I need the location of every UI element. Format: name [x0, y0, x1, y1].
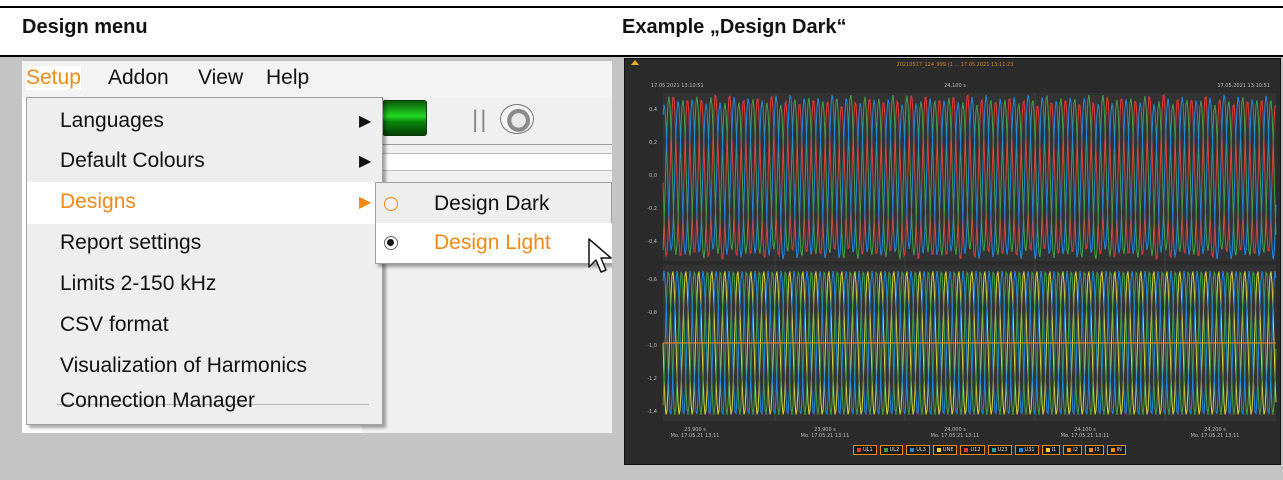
- submenu-item-design-light[interactable]: Design Light: [376, 223, 612, 263]
- legend-swatch: [964, 448, 969, 452]
- left-heading: Design menu: [22, 16, 148, 38]
- menu-item-limits[interactable]: Limits 2-150 kHz: [27, 264, 382, 306]
- y-tick-label: -0,4: [647, 239, 657, 245]
- x-tick-date: Mo. 17.05.21 13:11: [801, 433, 850, 439]
- x-tick-date: Mo. 17.05.21 13:11: [931, 433, 980, 439]
- legend-item[interactable]: U12: [960, 445, 985, 455]
- legend-item[interactable]: I3: [1084, 445, 1104, 455]
- submenu-arrow-icon: ▶: [359, 153, 372, 170]
- y-tick-label: 0,0: [649, 173, 657, 179]
- setup-dropdown-menu: Languages ▶ Default Colours ▶ Designs ▶ …: [26, 97, 383, 425]
- mouse-cursor-icon: [588, 238, 612, 273]
- menu-item-label: Limits 2-150 kHz: [60, 272, 217, 295]
- radio-unselected-icon[interactable]: [384, 197, 398, 211]
- menu-item-report-settings[interactable]: Report settings: [27, 223, 382, 265]
- legend-label: UNE: [942, 447, 954, 453]
- y-tick-label: -1,4: [647, 409, 657, 415]
- radio-selected-icon[interactable]: [384, 236, 398, 250]
- menu-item-label: Visualization of Harmonics: [60, 354, 308, 377]
- legend-label: IN: [1116, 447, 1122, 453]
- legend-item[interactable]: UL3: [906, 445, 930, 455]
- legend-label: UL1: [863, 447, 873, 453]
- legend-label: I2: [1073, 447, 1078, 453]
- right-heading: Example „Design Dark“: [622, 16, 847, 38]
- menu-item-languages[interactable]: Languages ▶: [27, 101, 382, 143]
- legend-item[interactable]: UL2: [879, 445, 904, 455]
- x-tick-date: Mo. 17.05.21 13:11: [1061, 433, 1110, 439]
- legend-swatch: [883, 448, 888, 452]
- menu-item-label: Designs: [60, 190, 136, 213]
- legend-swatch: [1088, 448, 1093, 452]
- submenu-arrow-icon: ▶: [359, 194, 372, 211]
- legend-label: I1: [1051, 447, 1057, 453]
- legend-item[interactable]: U23: [987, 445, 1012, 455]
- y-tick-label: -0,8: [647, 310, 657, 316]
- design-menu-screenshot: Setup Addon View Help || Languages ▶ Def…: [22, 61, 612, 433]
- menu-item-label: Report settings: [60, 231, 202, 254]
- menu-view[interactable]: View: [198, 66, 243, 90]
- dark-design-example: 20210517_124_999 (1 ... 17.05.2021 13:11…: [624, 58, 1281, 465]
- menu-bar: Setup Addon View Help: [22, 61, 612, 97]
- legend-item[interactable]: IN: [1106, 445, 1126, 455]
- submenu-item-label: Design Dark: [434, 192, 550, 215]
- submenu-arrow-icon: ▶: [359, 113, 372, 130]
- legend-item[interactable]: I1: [1041, 445, 1061, 455]
- legend-swatch: [857, 448, 861, 452]
- legend-swatch: [1110, 448, 1115, 452]
- y-tick-label: 0,4: [649, 107, 657, 113]
- menu-item-label: Languages: [60, 109, 164, 132]
- toolbar-divider: [362, 144, 612, 145]
- dark-oscilloscope-view: 20210517_124_999 (1 ... 17.05.2021 13:11…: [625, 59, 1280, 464]
- legend-item[interactable]: UL1: [853, 445, 877, 455]
- legend-item[interactable]: I2: [1063, 445, 1082, 455]
- toolbar-strip: [362, 153, 612, 171]
- legend-swatch: [936, 448, 941, 452]
- menu-item-default-colours[interactable]: Default Colours ▶: [27, 141, 382, 183]
- menu-help[interactable]: Help: [266, 66, 309, 90]
- designs-submenu: Design Dark Design Light: [375, 182, 612, 264]
- legend-label: U12: [970, 447, 981, 453]
- legend-label: U31: [1024, 447, 1035, 453]
- green-button-icon[interactable]: [382, 100, 427, 136]
- legend-swatch: [1045, 448, 1050, 452]
- menu-item-label: Default Colours: [60, 149, 205, 172]
- legend-label: U23: [997, 447, 1008, 453]
- menu-item-label: Connection Manager: [60, 389, 255, 412]
- y-tick-label: -1,0: [647, 343, 657, 349]
- menu-addon[interactable]: Addon: [108, 66, 169, 90]
- menu-item-connection-manager[interactable]: Connection Manager: [27, 381, 382, 423]
- menu-item-designs[interactable]: Designs ▶: [27, 182, 382, 224]
- legend-swatch: [1067, 448, 1072, 452]
- dark-title: 20210517_124_999 (1 ... 17.05.2021 13:11…: [897, 62, 1014, 68]
- top-mid-stamp: 24,100 s: [944, 83, 966, 89]
- legend-swatch: [910, 448, 915, 452]
- legend-item[interactable]: UNE: [932, 445, 958, 455]
- y-tick-label: -0,6: [647, 277, 657, 283]
- channel-legend: UL1 UL2 UL3 UNE U12 U23 U31 I1 I2 I3 IN: [853, 445, 1126, 455]
- menu-item-csv-format[interactable]: CSV format: [27, 305, 382, 347]
- top-rule: [0, 6, 1283, 8]
- top-left-stamp: 17.05.2021 13:10:51: [651, 83, 704, 89]
- legend-label: UL3: [916, 447, 926, 453]
- legend-swatch: [1018, 448, 1023, 452]
- x-tick-date: Mo. 17.05.21 13:11: [1191, 433, 1240, 439]
- app-window-area: [362, 97, 612, 433]
- eject-disc-icon[interactable]: [500, 104, 534, 134]
- y-tick-label: 0,2: [649, 140, 657, 146]
- y-tick-label: -1,2: [647, 376, 657, 382]
- legend-item[interactable]: U31: [1014, 445, 1039, 455]
- y-tick-label: -0,2: [647, 206, 657, 212]
- menu-setup[interactable]: Setup: [26, 66, 81, 90]
- submenu-item-design-dark[interactable]: Design Dark: [376, 184, 612, 224]
- separator-bars-icon: ||: [472, 106, 489, 133]
- x-tick-date: Mo. 17.05.21 13:11: [671, 433, 720, 439]
- menu-item-label: CSV format: [60, 313, 169, 336]
- submenu-item-label: Design Light: [434, 231, 551, 254]
- legend-label: UL2: [889, 447, 900, 453]
- legend-swatch: [991, 448, 996, 452]
- top-right-stamp: 17.05.2021 13:10:51: [1217, 83, 1270, 89]
- legend-label: I3: [1094, 447, 1100, 453]
